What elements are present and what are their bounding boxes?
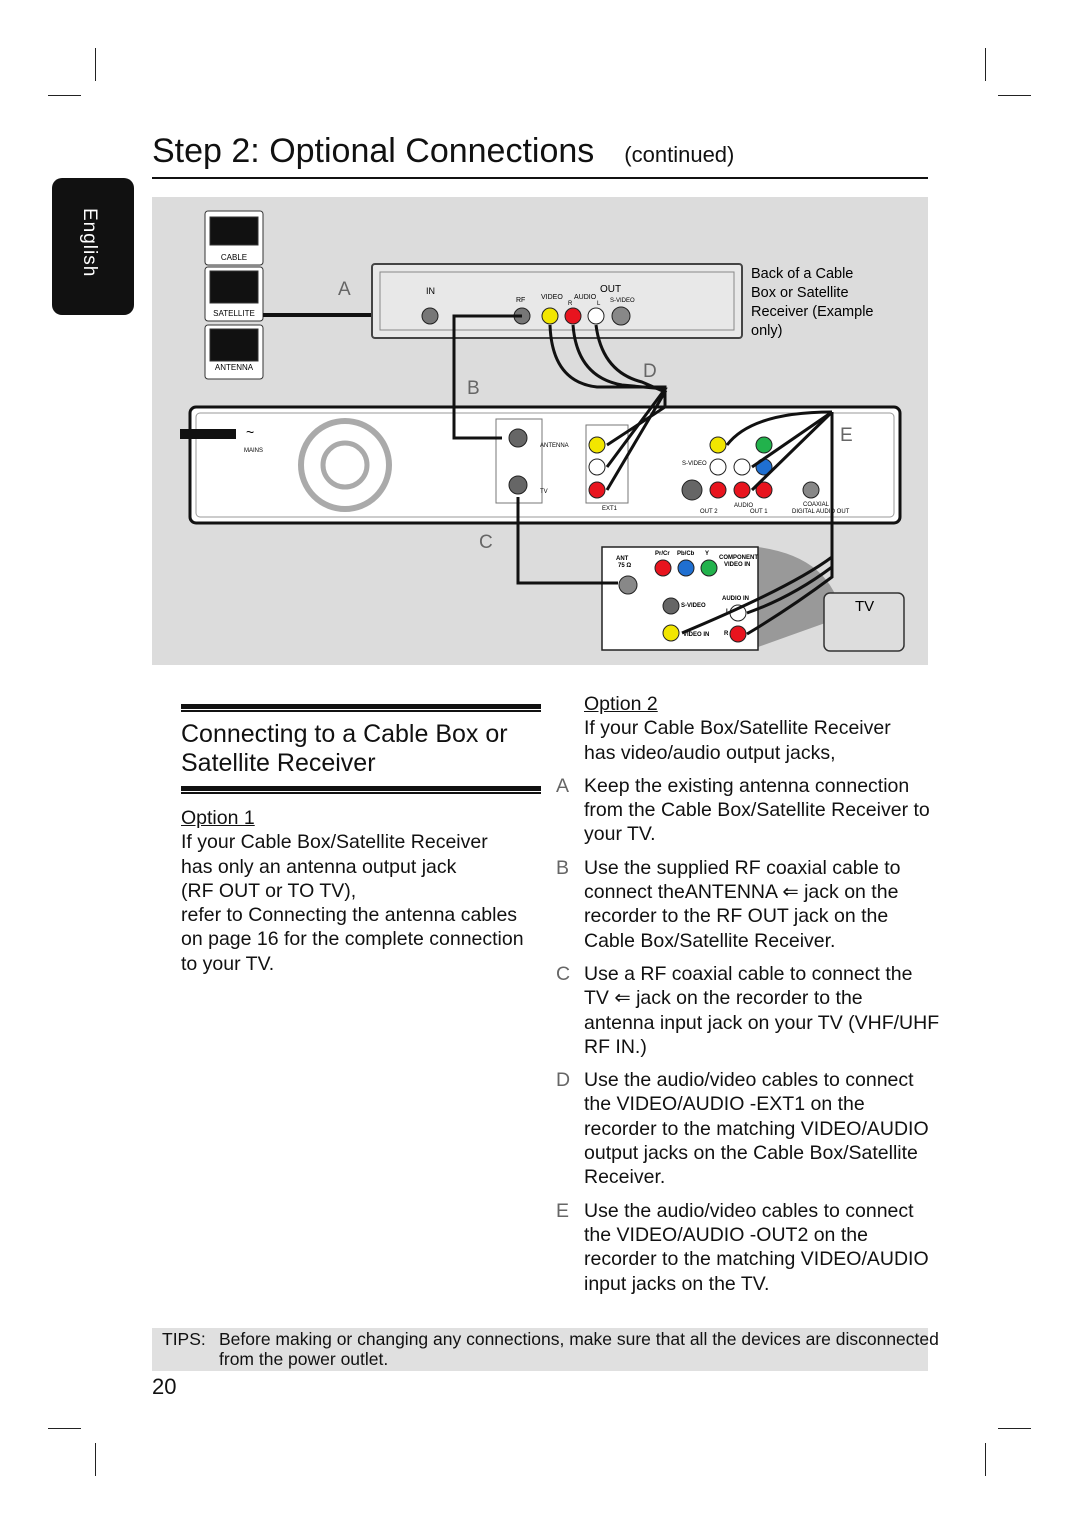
- marker-e: E: [840, 425, 853, 446]
- marker-b: B: [467, 378, 480, 399]
- marker-d: D: [643, 361, 657, 382]
- receiver-caption: Back of a Cable Box or Satellite Receive…: [751, 266, 874, 339]
- step-c: C Use a RF coaxial cable to connect the T…: [556, 962, 940, 1058]
- svg-text:MAINS: MAINS: [244, 448, 263, 454]
- title-continued: (continued): [624, 142, 735, 167]
- step-a: A Keep the existing antenna connection fr…: [556, 774, 930, 846]
- manual-page: Step 2: Optional Connections (continued) …: [0, 0, 1080, 1524]
- crop-mark: [95, 48, 96, 81]
- tips-text: Before making or changing any connection…: [219, 1329, 939, 1349]
- option1-text: to your TV.: [181, 952, 275, 975]
- crop-mark: [998, 1428, 1031, 1429]
- step-b: B Use the supplied RF coaxial cable to co…: [556, 856, 901, 952]
- option2-column: Option 2 If your Cable Box/Satellite Rec…: [556, 692, 966, 1305]
- receiver-in-label: IN: [426, 286, 435, 296]
- svg-text:S-VIDEO: S-VIDEO: [681, 603, 706, 609]
- option2-label: Option 2: [584, 693, 658, 715]
- connection-diagram: CABLE SATELLITE ANTENNA IN OUT RF VIDEO …: [152, 197, 928, 665]
- tv-label: TV: [855, 598, 874, 615]
- tips-box: TIPS: Before making or changing any conn…: [152, 1328, 939, 1371]
- svg-text:Y: Y: [705, 551, 709, 557]
- svg-text:Pr/Cr: Pr/Cr: [655, 551, 670, 557]
- svg-text:~: ~: [246, 424, 254, 440]
- step-d: D Use the audio/video cables to connect t…: [556, 1069, 929, 1189]
- svg-text:Pb/Cb: Pb/Cb: [677, 551, 695, 557]
- svg-text:Receiver (Example: Receiver (Example: [751, 304, 874, 320]
- svg-text:Back of a Cable: Back of a Cable: [751, 266, 853, 282]
- option1-text: (RF OUT or TO TV),: [181, 879, 357, 902]
- option2-intro: If your Cable Box/Satellite Receiver: [584, 717, 891, 740]
- option1-text: on page 16 for the complete connection: [181, 928, 524, 951]
- crop-mark: [48, 95, 81, 96]
- svg-text:ANT: ANT: [616, 556, 629, 562]
- svg-text:OUT 1: OUT 1: [750, 509, 768, 515]
- svg-text:S-VIDEO: S-VIDEO: [682, 461, 707, 467]
- receiver-out-label: OUT: [600, 284, 621, 295]
- svg-text:DIGITAL AUDIO OUT: DIGITAL AUDIO OUT: [792, 509, 850, 515]
- svg-text:AUDIO IN: AUDIO IN: [722, 596, 749, 602]
- language-tab: English: [52, 178, 134, 315]
- heading-rule-bottom: [181, 786, 541, 792]
- svg-text:only): only): [751, 323, 782, 339]
- title-text: Step 2: Optional Connections: [152, 132, 595, 170]
- title-rule: [152, 177, 928, 179]
- antenna-label: ANTENNA: [215, 363, 254, 372]
- recorder-back-panel: [180, 405, 902, 525]
- receiver-box: [371, 263, 743, 339]
- receiver-audio-label: AUDIO: [574, 294, 597, 301]
- crop-mark: [985, 48, 986, 81]
- marker-a: A: [338, 279, 351, 300]
- option2-intro: has video/audio output jacks,: [584, 741, 836, 764]
- option1-text: refer to Connecting the antenna cables: [181, 904, 518, 927]
- svg-text:EXT1: EXT1: [602, 506, 618, 512]
- svg-text:VIDEO IN: VIDEO IN: [683, 632, 709, 638]
- heading-rule-top: [181, 704, 541, 710]
- language-label: English: [79, 208, 100, 278]
- svg-text:Box or Satellite: Box or Satellite: [751, 285, 849, 301]
- svg-text:R: R: [724, 631, 729, 637]
- marker-c: C: [479, 532, 493, 553]
- svg-text:VIDEO IN: VIDEO IN: [724, 562, 750, 568]
- crop-mark: [998, 95, 1031, 96]
- svg-text:AUDIO: AUDIO: [734, 503, 753, 509]
- receiver-svideo-label: S-VIDEO: [610, 298, 635, 304]
- svg-text:OUT 2: OUT 2: [700, 509, 718, 515]
- svg-text:COAXIAL: COAXIAL: [803, 502, 830, 508]
- cable-label: CABLE: [221, 253, 247, 262]
- crop-mark: [985, 1443, 986, 1476]
- crop-mark: [48, 1428, 81, 1429]
- option1-column: Connecting to a Cable Box or Satellite R…: [181, 704, 541, 976]
- svg-text:ANTENNA: ANTENNA: [540, 443, 569, 449]
- tips-label: TIPS:: [162, 1329, 206, 1349]
- receiver-rf-label: RF: [516, 297, 525, 304]
- step-e: E Use the audio/video cables to connect t…: [556, 1199, 929, 1295]
- svg-text:75 Ω: 75 Ω: [618, 563, 631, 569]
- option1-text: If your Cable Box/Satellite Receiver: [181, 831, 488, 854]
- receiver-video-label: VIDEO: [541, 294, 563, 301]
- svg-text:COMPONENT: COMPONENT: [719, 555, 758, 561]
- source-icons: [204, 210, 264, 380]
- receiver-r-label: R: [568, 301, 573, 307]
- option1-label: Option 1: [181, 807, 255, 829]
- page-title: Step 2: Optional Connections (continued): [152, 132, 734, 171]
- satellite-label: SATELLITE: [213, 309, 255, 318]
- page-number: 20: [152, 1374, 177, 1399]
- crop-mark: [95, 1443, 96, 1476]
- option1-text: has only an antenna output jack: [181, 855, 457, 878]
- section-heading: Connecting to a Cable Box or Satellite R…: [181, 720, 508, 777]
- svg-text:TV: TV: [540, 489, 548, 495]
- tips-text: from the power outlet.: [219, 1349, 389, 1369]
